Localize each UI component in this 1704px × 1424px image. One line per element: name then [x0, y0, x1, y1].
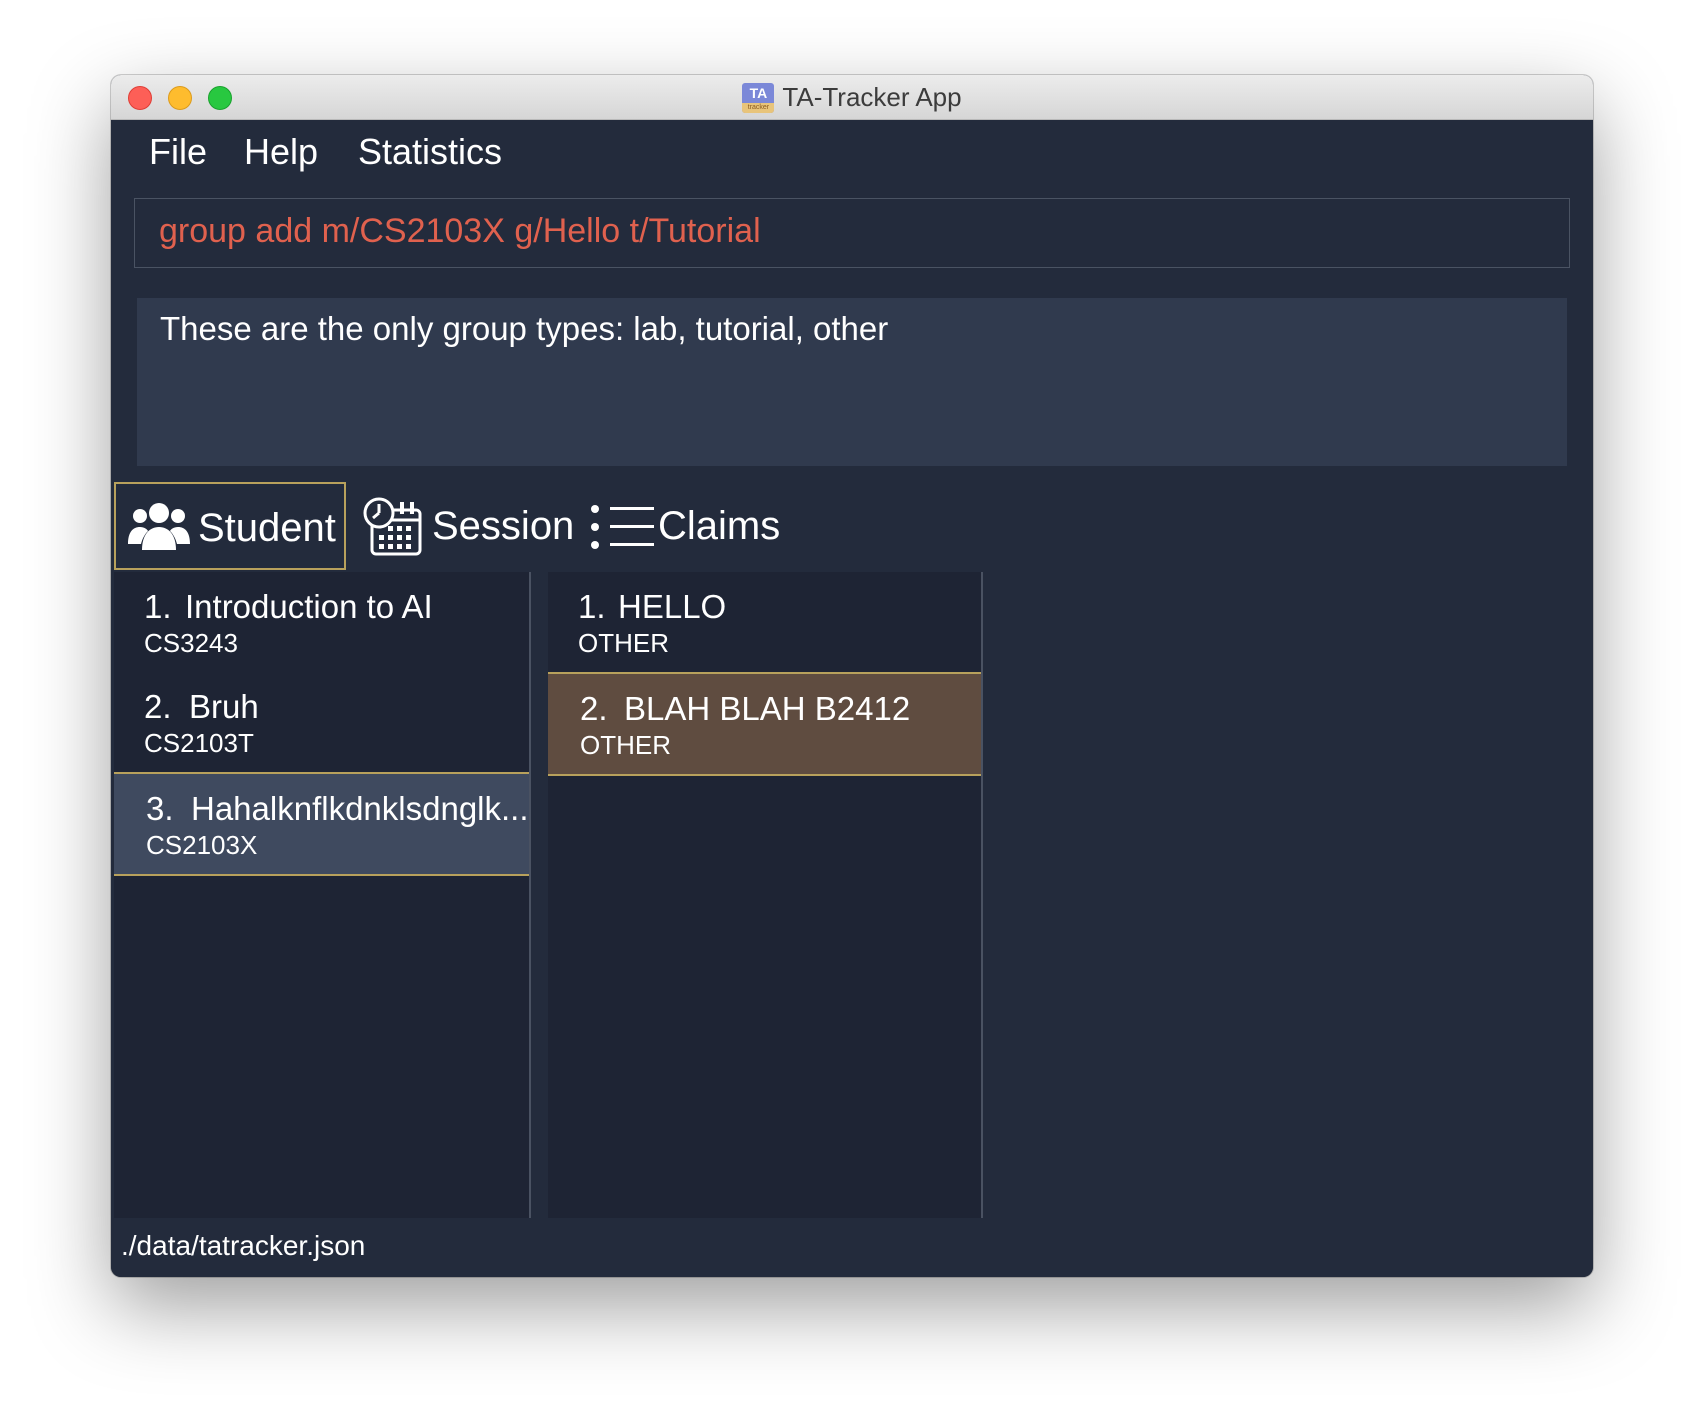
list-divider — [981, 572, 983, 1218]
list-icon — [590, 504, 654, 555]
tab-student-label: Student — [198, 506, 336, 550]
group-item-type: OTHER — [578, 628, 669, 658]
list-divider — [529, 572, 531, 1218]
window-title: TA tracker TA-Tracker App — [111, 75, 1593, 120]
tab-student[interactable]: Student — [114, 482, 346, 570]
users-icon — [128, 500, 190, 557]
menu-bar: File Help Statistics — [111, 121, 1593, 183]
module-item-name: Bruh — [189, 688, 259, 725]
result-display: These are the only group types: lab, tut… — [137, 298, 1567, 466]
module-item-name: Introduction to AI — [185, 588, 433, 625]
tab-session-label: Session — [432, 504, 575, 548]
tab-claims-label: Claims — [658, 504, 781, 548]
result-message: These are the only group types: lab, tut… — [160, 310, 889, 347]
module-item-name: Hahalknflkdnklsdnglk... — [191, 790, 529, 827]
group-list-item[interactable]: 1. HELLO OTHER — [548, 572, 981, 672]
module-item-code: CS2103T — [144, 728, 254, 758]
tab-session[interactable]: Session — [358, 482, 574, 570]
module-item-index: 3. — [146, 790, 174, 827]
calendar-clock-icon — [362, 496, 424, 563]
module-item-index: 2. — [144, 688, 172, 725]
window-title-text: TA-Tracker App — [782, 82, 962, 112]
group-item-index: 2. — [580, 690, 608, 727]
tab-claims[interactable]: Claims — [581, 482, 781, 570]
title-bar[interactable]: TA tracker TA-Tracker App — [111, 75, 1593, 120]
module-list-item-selected[interactable]: 3. Hahalknflkdnklsdnglk... CS2103X — [114, 772, 529, 876]
menu-statistics[interactable]: Statistics — [358, 131, 502, 173]
app-logo-icon: TA tracker — [742, 82, 775, 113]
command-input[interactable]: group add m/CS2103X g/Hello t/Tutorial — [134, 198, 1570, 268]
command-input-text[interactable]: group add m/CS2103X g/Hello t/Tutorial — [159, 212, 761, 251]
status-bar: ./data/tatracker.json — [111, 1218, 1593, 1277]
group-item-type: OTHER — [580, 730, 671, 760]
module-item-code: CS2103X — [146, 830, 258, 860]
group-item-index: 1. — [578, 588, 606, 625]
menu-help[interactable]: Help — [244, 131, 318, 173]
menu-file[interactable]: File — [149, 131, 207, 173]
module-list[interactable]: 1. Introduction to AI CS3243 2. Bruh CS2… — [114, 572, 529, 1218]
data-file-path: ./data/tatracker.json — [121, 1230, 366, 1261]
group-list[interactable]: 1. HELLO OTHER 2. BLAH BLAH B2412 OTHER — [548, 572, 981, 1218]
group-item-name: HELLO — [618, 588, 727, 625]
group-item-name: BLAH BLAH B2412 — [624, 690, 911, 727]
module-list-item[interactable]: 2. Bruh CS2103T — [114, 672, 529, 772]
app-window: TA tracker TA-Tracker App File Help Stat… — [111, 75, 1593, 1277]
group-list-item-selected[interactable]: 2. BLAH BLAH B2412 OTHER — [548, 672, 981, 776]
module-item-code: CS3243 — [144, 628, 238, 658]
module-item-index: 1. — [144, 588, 172, 625]
module-list-item[interactable]: 1. Introduction to AI CS3243 — [114, 572, 529, 672]
